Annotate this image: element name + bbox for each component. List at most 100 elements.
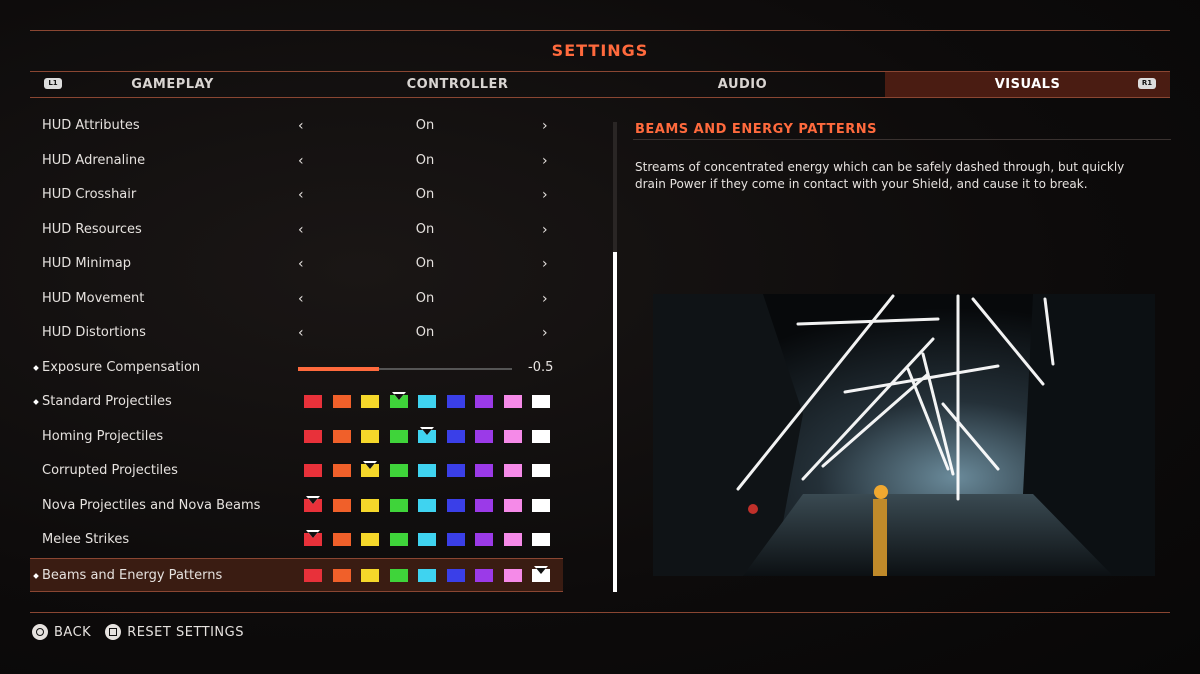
setting-row[interactable]: HUD Attributes ‹ On › — [30, 109, 563, 144]
back-button[interactable]: BACK — [32, 624, 91, 640]
color-swatch[interactable] — [418, 426, 436, 443]
color-swatch[interactable] — [361, 568, 379, 582]
color-swatch[interactable] — [475, 533, 493, 546]
setting-value: On — [415, 118, 435, 133]
color-swatch[interactable] — [389, 498, 408, 512]
color-swatch[interactable] — [389, 392, 408, 408]
exposure-slider[interactable] — [298, 366, 512, 371]
color-swatch[interactable] — [475, 464, 493, 477]
setting-row[interactable]: HUD Adrenaline ‹ On › — [30, 144, 563, 179]
color-swatch[interactable] — [418, 395, 436, 408]
color-swatch[interactable] — [389, 568, 408, 582]
color-setting-row[interactable]: Melee Strikes — [30, 523, 563, 558]
chevron-left-icon[interactable]: ‹ — [298, 316, 304, 350]
color-setting-row[interactable]: Standard Projectiles — [30, 385, 563, 420]
color-swatch[interactable] — [332, 498, 351, 512]
setting-row[interactable]: HUD Movement ‹ On › — [30, 282, 563, 317]
color-swatch[interactable] — [332, 395, 351, 408]
setting-row[interactable]: HUD Minimap ‹ On › — [30, 247, 563, 282]
color-swatch[interactable] — [361, 429, 379, 443]
color-setting-row[interactable]: Beams and Energy Patterns — [30, 557, 563, 592]
setting-row[interactable]: HUD Distortions ‹ On › — [30, 316, 563, 351]
color-swatch[interactable] — [418, 568, 436, 582]
color-swatch[interactable] — [332, 568, 351, 582]
color-swatch[interactable] — [361, 498, 379, 512]
chevron-right-icon[interactable]: › — [542, 144, 548, 178]
chevron-left-icon[interactable]: ‹ — [298, 247, 304, 281]
color-swatch[interactable] — [332, 533, 351, 546]
color-swatch[interactable] — [475, 568, 493, 582]
setting-row[interactable]: HUD Resources ‹ On › — [30, 213, 563, 248]
settings-list: HUD Attributes ‹ On › HUD Adrenaline ‹ On › HUD … — [30, 109, 563, 592]
color-swatch[interactable] — [446, 498, 465, 512]
chevron-right-icon[interactable]: › — [542, 247, 548, 281]
r1-bumper-icon[interactable]: R1 — [1138, 78, 1156, 89]
color-swatch[interactable] — [304, 530, 322, 546]
color-swatch[interactable] — [503, 464, 522, 477]
color-swatch[interactable] — [418, 498, 436, 512]
color-setting-row[interactable]: Homing Projectiles — [30, 420, 563, 455]
color-swatch[interactable] — [446, 533, 465, 546]
setting-row-exposure[interactable]: Exposure Compensation -0.5 — [30, 351, 563, 386]
reset-settings-button[interactable]: RESET SETTINGS — [105, 624, 244, 640]
setting-label: HUD Distortions — [42, 325, 146, 340]
color-swatch[interactable] — [503, 568, 522, 582]
tab-controller[interactable]: CONTROLLER — [315, 72, 600, 97]
color-swatch[interactable] — [304, 495, 322, 512]
chevron-right-icon[interactable]: › — [542, 109, 548, 143]
square-button-icon — [105, 624, 122, 640]
color-swatch[interactable] — [361, 395, 379, 408]
top-divider — [30, 30, 1170, 31]
tab-gameplay[interactable]: GAMEPLAY — [30, 72, 315, 97]
color-swatch[interactable] — [532, 565, 550, 582]
chevron-right-icon[interactable]: › — [542, 282, 548, 316]
color-swatch[interactable] — [503, 533, 522, 546]
color-swatch[interactable] — [332, 429, 351, 443]
chevron-left-icon[interactable]: ‹ — [298, 144, 304, 178]
color-swatch[interactable] — [532, 533, 550, 546]
color-swatch[interactable] — [532, 464, 550, 477]
setting-row[interactable]: HUD Crosshair ‹ On › — [30, 178, 563, 213]
exposure-value: -0.5 — [528, 359, 554, 375]
color-swatch[interactable] — [304, 464, 322, 477]
chevron-right-icon[interactable]: › — [542, 178, 548, 212]
chevron-right-icon[interactable]: › — [542, 213, 548, 247]
color-swatch[interactable] — [475, 429, 493, 443]
tab-audio[interactable]: AUDIO — [600, 72, 885, 97]
setting-value: On — [415, 256, 435, 271]
color-swatch[interactable] — [361, 533, 379, 546]
l1-bumper-icon[interactable]: L1 — [44, 78, 62, 89]
color-swatch[interactable] — [389, 533, 408, 546]
color-swatch[interactable] — [446, 395, 465, 408]
color-swatch[interactable] — [532, 429, 550, 443]
chevron-left-icon[interactable]: ‹ — [298, 213, 304, 247]
color-swatch[interactable] — [446, 429, 465, 443]
color-swatch[interactable] — [304, 568, 322, 582]
tab-visuals[interactable]: VISUALS — [885, 72, 1170, 97]
scrollbar-thumb[interactable] — [613, 252, 617, 592]
color-swatch[interactable] — [446, 464, 465, 477]
color-setting-row[interactable]: Nova Projectiles and Nova Beams — [30, 489, 563, 524]
color-swatch[interactable] — [532, 498, 550, 512]
color-swatch[interactable] — [389, 464, 408, 477]
chevron-right-icon[interactable]: › — [542, 316, 548, 350]
color-swatch[interactable] — [475, 498, 493, 512]
color-swatch[interactable] — [418, 533, 436, 546]
color-swatch[interactable] — [503, 429, 522, 443]
color-swatch[interactable] — [332, 464, 351, 477]
chevron-left-icon[interactable]: ‹ — [298, 282, 304, 316]
color-swatch[interactable] — [532, 395, 550, 408]
setting-label: Corrupted Projectiles — [42, 463, 178, 478]
color-swatch[interactable] — [503, 498, 522, 512]
color-swatch[interactable] — [304, 429, 322, 443]
color-swatch[interactable] — [389, 429, 408, 443]
color-swatch[interactable] — [418, 464, 436, 477]
color-swatch[interactable] — [361, 461, 379, 477]
color-swatch[interactable] — [475, 395, 493, 408]
color-swatch[interactable] — [503, 395, 522, 408]
chevron-left-icon[interactable]: ‹ — [298, 109, 304, 143]
chevron-left-icon[interactable]: ‹ — [298, 178, 304, 212]
color-swatch[interactable] — [446, 568, 465, 582]
color-setting-row[interactable]: Corrupted Projectiles — [30, 454, 563, 489]
color-swatch[interactable] — [304, 395, 322, 408]
